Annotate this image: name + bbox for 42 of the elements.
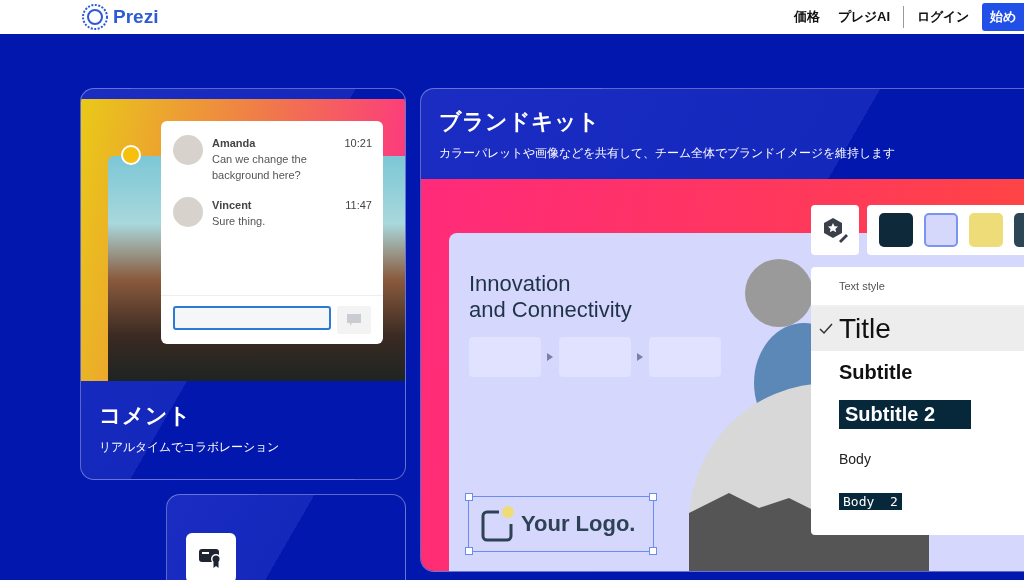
color-swatch[interactable] — [879, 213, 913, 247]
color-swatch[interactable] — [969, 213, 1003, 247]
nav-link[interactable]: プレジAI — [829, 8, 899, 26]
arrow-icon — [547, 353, 553, 361]
text-style-option[interactable]: Body — [811, 435, 1024, 483]
logo-icon — [82, 4, 108, 30]
logo-icon — [479, 506, 515, 542]
message-time: 10:21 — [344, 136, 372, 151]
color-swatch[interactable] — [924, 213, 958, 247]
card-title: コメント — [99, 402, 192, 430]
card-title: ブランドキット — [439, 108, 601, 136]
speech-bubble-icon — [346, 313, 362, 327]
card-subtitle: リアルタイムでコラボレーション — [99, 439, 280, 456]
brand-kit-button[interactable] — [811, 205, 859, 255]
comment-pin-icon — [121, 145, 141, 165]
arrow-icon — [637, 353, 643, 361]
message-text: Sure thing. — [212, 214, 267, 229]
text-style-option[interactable]: Title — [811, 307, 1024, 351]
selected-logo[interactable]: Your Logo. — [468, 496, 654, 552]
start-button[interactable]: 始め — [982, 3, 1024, 31]
login-link[interactable]: ログイン — [908, 8, 978, 26]
author-name: Amanda — [212, 136, 256, 151]
text-style-option[interactable]: Body 2 — [811, 483, 1024, 519]
resize-handle[interactable] — [465, 547, 473, 555]
resize-handle[interactable] — [649, 547, 657, 555]
card-subtitle: カラーパレットや画像などを共有して、チーム全体でブランドイメージを維持します — [439, 145, 896, 162]
star-hexagon-icon — [822, 217, 848, 243]
nav-link[interactable]: 価格 — [785, 8, 829, 26]
logo-text: Your Logo. — [521, 511, 636, 537]
comment-input[interactable] — [173, 306, 331, 330]
logo-text[interactable]: Prezi — [113, 6, 159, 28]
text-style-option[interactable]: Subtitle 2 — [811, 393, 1024, 435]
author-name: Vincent — [212, 198, 252, 213]
resize-handle[interactable] — [465, 493, 473, 501]
text-style-option[interactable]: Subtitle — [811, 351, 1024, 393]
message-time: 11:47 — [345, 198, 372, 213]
avatar — [173, 135, 203, 165]
slide-title: Innovation and Connectivity — [469, 271, 632, 323]
message-text: Can we change the background here? — [212, 152, 308, 183]
check-icon — [819, 323, 833, 335]
resize-handle[interactable] — [649, 493, 657, 501]
avatar — [173, 197, 203, 227]
